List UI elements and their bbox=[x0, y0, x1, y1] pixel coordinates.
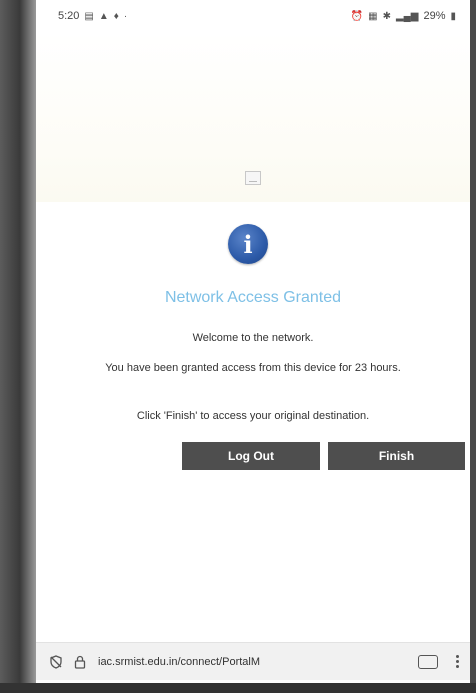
url-field[interactable]: iac.srmist.edu.in/connect/PortalM bbox=[98, 656, 410, 668]
bluetooth-icon: ✱ bbox=[382, 10, 391, 22]
battery-percent: 29% bbox=[423, 10, 446, 22]
more-menu-icon[interactable] bbox=[452, 655, 462, 668]
signal-icon: ▂▄▆ bbox=[395, 10, 419, 22]
broken-image-icon bbox=[245, 171, 261, 185]
page-title: Network Access Granted bbox=[164, 289, 342, 306]
finish-instruction: Click 'Finish' to access your original d… bbox=[136, 410, 370, 422]
shield-off-icon[interactable] bbox=[44, 654, 68, 669]
welcome-message: Welcome to the network. bbox=[192, 332, 314, 344]
browser-address-bar: iac.srmist.edu.in/connect/PortalM bbox=[36, 642, 470, 680]
tabs-icon[interactable] bbox=[418, 654, 438, 669]
message-icon: ▤ bbox=[84, 10, 94, 22]
notification-icon: ▲ bbox=[98, 10, 109, 22]
device-frame-left bbox=[0, 0, 36, 693]
device-frame-right bbox=[470, 0, 476, 693]
device-frame-bottom bbox=[0, 683, 476, 693]
finish-button[interactable]: Finish bbox=[328, 442, 465, 470]
status-time: 5:20 bbox=[58, 10, 80, 22]
status-right: ⏰ ▦ ✱ ▂▄▆ 29% ▮ bbox=[351, 10, 456, 22]
status-bar: 5:20 ▤ ▲ ♦ · ⏰ ▦ ✱ ▂▄▆ 29% ▮ bbox=[36, 0, 470, 32]
lock-icon[interactable] bbox=[68, 655, 92, 669]
phone-screen: 5:20 ▤ ▲ ♦ · ⏰ ▦ ✱ ▂▄▆ 29% ▮ i Network A… bbox=[36, 0, 470, 683]
vibrate-icon: ▦ bbox=[368, 10, 378, 22]
battery-icon: ▮ bbox=[450, 10, 456, 22]
dot-icon: · bbox=[123, 10, 128, 22]
status-left: 5:20 ▤ ▲ ♦ · bbox=[58, 10, 127, 22]
info-icon: i bbox=[228, 224, 268, 264]
twitter-icon: ♦ bbox=[113, 10, 119, 22]
logout-button[interactable]: Log Out bbox=[182, 442, 320, 470]
access-message: You have been granted access from this d… bbox=[105, 362, 401, 374]
alarm-icon: ⏰ bbox=[350, 10, 364, 22]
